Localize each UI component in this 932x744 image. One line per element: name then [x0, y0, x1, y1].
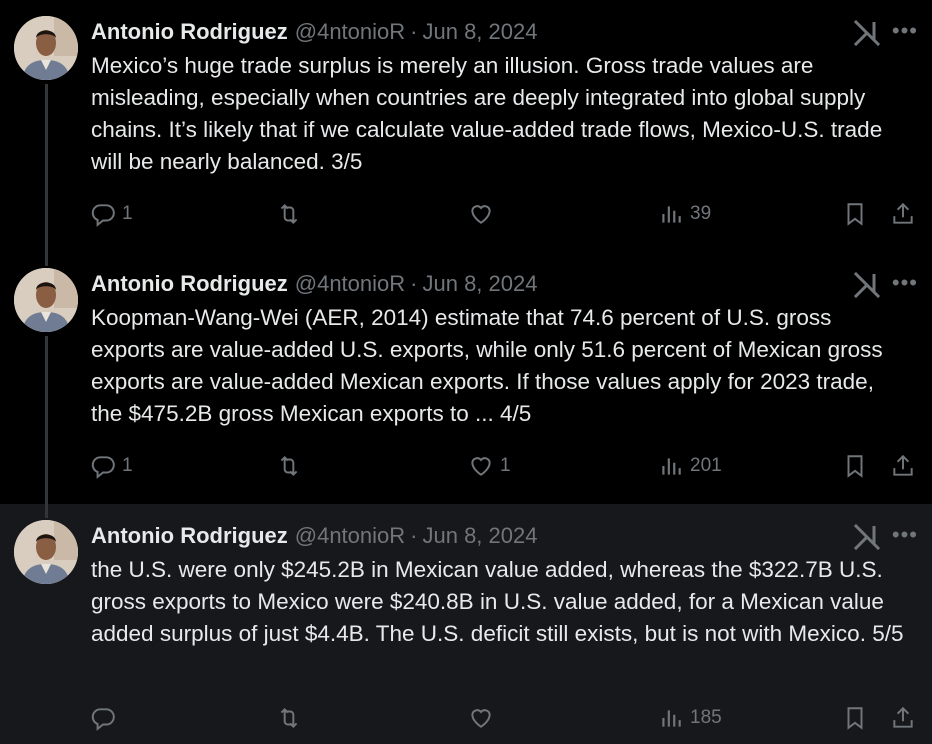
view-count: 39	[690, 203, 712, 224]
thread-line	[45, 252, 48, 266]
author-handle[interactable]: @4ntonioR	[295, 271, 405, 297]
views-icon	[662, 206, 681, 223]
share-icon	[893, 706, 913, 728]
repost-icon	[280, 707, 298, 729]
avatar-image	[14, 268, 78, 332]
bookmark-button[interactable]	[842, 198, 868, 230]
views-icon	[662, 710, 681, 727]
reply-button[interactable]: 1	[90, 450, 133, 482]
more-icon[interactable]: •••	[892, 520, 918, 550]
tweet-3[interactable]: Antonio Rodriguez @4ntonioR · Jun 8, 202…	[0, 504, 932, 744]
share-button[interactable]	[890, 198, 916, 230]
like-button[interactable]	[468, 198, 500, 230]
heart-icon	[471, 457, 491, 476]
author-name[interactable]: Antonio Rodriguez	[91, 523, 288, 549]
author-name[interactable]: Antonio Rodriguez	[91, 19, 288, 45]
repost-button[interactable]	[276, 450, 308, 482]
like-button[interactable]	[468, 702, 500, 734]
views-button[interactable]: 201	[658, 450, 722, 482]
tweet-date[interactable]: Jun 8, 2024	[422, 523, 537, 549]
tweet-text: Mexico’s huge trade surplus is merely an…	[91, 53, 883, 174]
repost-icon	[280, 455, 298, 477]
reply-button[interactable]	[90, 702, 122, 734]
view-count: 201	[690, 455, 722, 476]
share-button[interactable]	[890, 450, 916, 482]
reply-button[interactable]: 1	[90, 198, 133, 230]
reply-icon	[91, 456, 115, 479]
like-count: 1	[500, 455, 511, 476]
avatar[interactable]	[14, 520, 78, 584]
avatar[interactable]	[14, 268, 78, 332]
header-separator: ·	[410, 523, 418, 548]
repost-button[interactable]	[276, 702, 308, 734]
reply-count: 1	[122, 455, 133, 476]
grok-icon[interactable]	[852, 522, 882, 552]
grok-icon[interactable]	[852, 270, 882, 300]
repost-button[interactable]	[276, 198, 308, 230]
bookmark-icon	[847, 707, 863, 730]
thread-line	[45, 336, 48, 504]
share-button[interactable]	[890, 702, 916, 734]
tweet-2[interactable]: Antonio Rodriguez @4ntonioR · Jun 8, 202…	[0, 252, 932, 504]
tweet-header: Antonio Rodriguez @4ntonioR · Jun 8, 202…	[91, 268, 918, 300]
header-separator: ·	[410, 19, 418, 44]
tweet-header: Antonio Rodriguez @4ntonioR · Jun 8, 202…	[91, 16, 918, 48]
author-handle[interactable]: @4ntonioR	[295, 19, 405, 45]
tweet-date[interactable]: Jun 8, 2024	[422, 271, 537, 297]
bookmark-button[interactable]	[842, 702, 868, 734]
share-icon	[893, 202, 913, 224]
thread-line	[45, 504, 48, 518]
avatar-image	[14, 16, 78, 80]
bookmark-icon	[847, 203, 863, 226]
grok-icon[interactable]	[852, 18, 882, 48]
bookmark-button[interactable]	[842, 450, 868, 482]
action-bar: 1 39	[90, 198, 918, 230]
heart-icon	[471, 709, 491, 728]
bookmark-icon	[847, 455, 863, 478]
thread-line	[45, 84, 48, 252]
more-icon[interactable]: •••	[892, 16, 918, 46]
tweet-text: Koopman-Wang-Wei (AER, 2014) estimate th…	[91, 305, 883, 426]
avatar-image	[14, 520, 78, 584]
author-handle[interactable]: @4ntonioR	[295, 523, 405, 549]
heart-icon	[471, 205, 491, 224]
header-separator: ·	[410, 271, 418, 296]
tweet-1[interactable]: Antonio Rodriguez @4ntonioR · Jun 8, 202…	[0, 0, 932, 252]
action-bar: 1 1 201	[90, 450, 918, 482]
reply-icon	[91, 708, 115, 731]
share-icon	[893, 454, 913, 476]
more-icon[interactable]: •••	[892, 268, 918, 298]
tweet-header: Antonio Rodriguez @4ntonioR · Jun 8, 202…	[91, 520, 918, 552]
repost-icon	[280, 203, 298, 225]
avatar[interactable]	[14, 16, 78, 80]
author-name[interactable]: Antonio Rodriguez	[91, 271, 288, 297]
tweet-date[interactable]: Jun 8, 2024	[422, 19, 537, 45]
views-icon	[662, 458, 681, 475]
reply-icon	[91, 204, 115, 227]
views-button[interactable]: 39	[658, 198, 711, 230]
like-button[interactable]: 1	[468, 450, 511, 482]
action-bar: 185	[90, 702, 918, 734]
tweet-text: the U.S. were only $245.2B in Mexican va…	[91, 557, 904, 646]
reply-count: 1	[122, 203, 133, 224]
view-count: 185	[690, 707, 722, 728]
views-button[interactable]: 185	[658, 702, 722, 734]
